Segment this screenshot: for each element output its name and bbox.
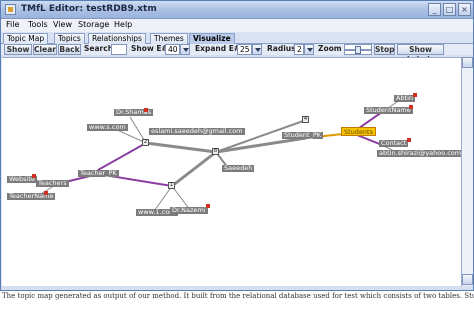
menu-bar: File Tools View Storage Help (1, 19, 473, 32)
graph-canvas[interactable]: Dr.Shamas www.s.com eslami.saeedeh@gmail… (2, 57, 464, 286)
close-button[interactable]: × (458, 3, 471, 16)
node-flag (407, 138, 411, 142)
clear-button[interactable]: Clear (33, 44, 57, 55)
stop-button[interactable]: Stop (374, 44, 395, 55)
node-hub-1[interactable]: 1 (168, 182, 175, 189)
radius-dropdown-arrow-icon[interactable] (304, 44, 314, 55)
expand-e-label: Expand E# (195, 44, 241, 53)
node-eslami-email[interactable]: eslami.saeedeh@gmail.com (149, 128, 245, 135)
menu-storage[interactable]: Storage (78, 20, 109, 29)
search-label: Search (84, 44, 114, 53)
node-saeedeh[interactable]: Saeedeh (222, 165, 255, 172)
node-contact[interactable]: Contact (379, 140, 409, 147)
node-dr-nazemi[interactable]: Dr.Nazemi (170, 207, 208, 214)
node-flag (32, 174, 36, 178)
figure-caption: The topic map generated as output of our… (2, 292, 474, 300)
edge (171, 150, 217, 188)
node-student-name[interactable]: StudentName (364, 107, 413, 114)
node-student-pk[interactable]: Student_PK (282, 132, 324, 139)
show-button[interactable]: Show (4, 44, 32, 55)
node-hub-8[interactable]: 8 (212, 148, 219, 155)
zoom-slider[interactable] (344, 44, 372, 55)
tab-themes[interactable]: Themes (150, 33, 188, 44)
expand-e-select[interactable]: 25 (237, 44, 252, 55)
tab-topic-map[interactable]: Topic Map (3, 33, 49, 44)
node-hub-4[interactable]: 4 (302, 116, 309, 123)
graph-edges (25, 99, 401, 215)
node-flag (409, 105, 413, 109)
scroll-up-arrow-icon[interactable] (462, 57, 473, 68)
node-flag (206, 204, 210, 208)
scroll-down-arrow-icon[interactable] (462, 274, 473, 285)
tab-relationships[interactable]: Relationships (88, 33, 146, 44)
expand-e-dropdown-arrow-icon[interactable] (252, 44, 262, 55)
toolbar: Show Clear Back Search Show E# 40 Expand… (1, 44, 473, 64)
minimize-button[interactable]: _ (428, 3, 441, 16)
node-abtin[interactable]: Abtin (394, 95, 416, 102)
edge (215, 136, 307, 154)
tab-topics[interactable]: Topics (54, 33, 85, 44)
node-teacher-pk[interactable]: Teacher_PK (78, 170, 119, 177)
menu-help[interactable]: Help (114, 20, 132, 29)
show-e-dropdown-arrow-icon[interactable] (180, 44, 190, 55)
window-title: TMfL Editor: testRDB9.xtm (21, 4, 157, 14)
search-input[interactable] (111, 44, 127, 55)
edge (97, 142, 147, 171)
app-icon (5, 4, 16, 15)
maximize-button[interactable]: □ (443, 3, 456, 16)
radius-label: Radius (267, 44, 296, 53)
menu-tools[interactable]: Tools (28, 20, 48, 29)
node-flag (44, 191, 48, 195)
vertical-scrollbar[interactable] (461, 57, 473, 286)
show-e-select[interactable]: 40 (165, 44, 180, 55)
node-abtin-email[interactable]: abtin.shirazi@yahoo.com (377, 150, 464, 157)
tab-visualize[interactable]: Visualize (189, 33, 235, 44)
edge (145, 141, 217, 154)
zoom-slider-thumb[interactable] (355, 46, 361, 54)
tab-bar: Topic Map Topics Relationships Themes Vi… (1, 32, 473, 44)
zoom-label: Zoom (318, 44, 342, 53)
node-hub-2[interactable]: 2 (142, 139, 149, 146)
node-flag (413, 93, 417, 97)
show-e-label: Show E# (131, 44, 168, 53)
radius-select[interactable]: 2 (294, 44, 304, 55)
node-teachers[interactable]: Teachers (36, 180, 69, 187)
node-flag (144, 108, 148, 112)
title-bar[interactable]: TMfL Editor: testRDB9.xtm _ □ × (1, 1, 473, 19)
node-students[interactable]: Students (341, 127, 376, 136)
show-labels-button[interactable]: Show Labels (397, 44, 444, 64)
menu-file[interactable]: File (6, 20, 19, 29)
back-button[interactable]: Back (58, 44, 81, 55)
node-teacher-name[interactable]: TeacherName (7, 193, 56, 200)
node-www-s-com[interactable]: www.s.com (87, 124, 128, 131)
application-window: TMfL Editor: testRDB9.xtm _ □ × File Too… (0, 0, 474, 291)
menu-view[interactable]: View (53, 20, 72, 29)
